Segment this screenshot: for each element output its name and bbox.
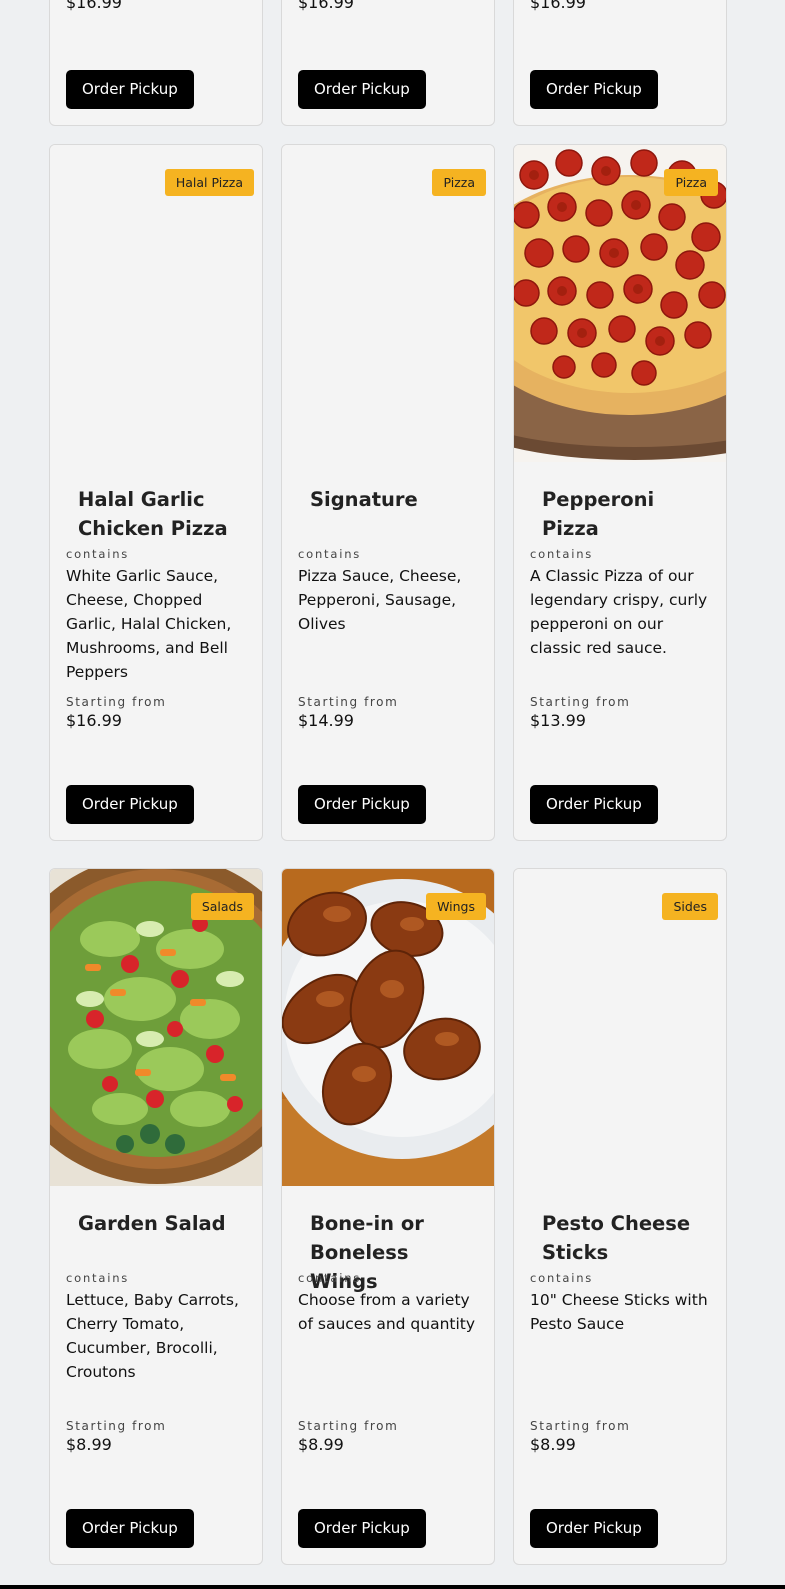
starting-from-label: Starting from <box>66 1419 167 1433</box>
item-title: Signature <box>310 488 418 511</box>
category-badge: Salads <box>190 893 254 920</box>
item-price: $16.99 <box>530 0 586 12</box>
item-title: Pepperoni Pizza <box>542 488 655 540</box>
item-price: $8.99 <box>530 1435 576 1454</box>
contains-label: contains <box>66 1271 130 1285</box>
item-price: $16.99 <box>66 0 122 12</box>
starting-from-label: Starting from <box>298 1419 399 1433</box>
item-price: $13.99 <box>530 711 586 730</box>
item-price: $14.99 <box>298 711 354 730</box>
menu-card: $16.99 Order Pickup <box>513 0 727 126</box>
starting-from-label: Starting from <box>298 695 399 709</box>
item-description: Choose from a variety of sauces and quan… <box>298 1291 476 1333</box>
item-price: $8.99 <box>298 1435 344 1454</box>
category-badge: Pizza <box>664 169 718 196</box>
item-description: Lettuce, Baby Carrots, Cherry Tomato, Cu… <box>66 1291 239 1381</box>
category-badge: Wings <box>426 893 486 920</box>
menu-card-garden-salad: Salads Garden Salad contains Lettuce, Ba… <box>49 868 263 1565</box>
contains-label: contains <box>298 1271 362 1285</box>
menu-card-bone-in-or-boneless-wings: Wings Bone-in or Boneless Wings contains… <box>281 868 495 1565</box>
menu-page: $16.99 Order Pickup $16.99 Order Pickup … <box>0 0 785 1589</box>
item-title: Halal Garlic Chicken Pizza <box>78 488 228 540</box>
menu-card: $16.99 Order Pickup <box>281 0 495 126</box>
item-description: 10" Cheese Sticks with Pesto Sauce <box>530 1291 708 1333</box>
item-price: $16.99 <box>298 0 354 12</box>
menu-card-signature: Pizza Signature contains Pizza Sauce, Ch… <box>281 144 495 841</box>
menu-card-pesto-cheese-sticks: Sides Pesto Cheese Sticks contains 10" C… <box>513 868 727 1565</box>
menu-card-halal-garlic-chicken-pizza: Halal Pizza Halal Garlic Chicken Pizza c… <box>49 144 263 841</box>
order-pickup-button[interactable]: Order Pickup <box>298 70 426 109</box>
contains-label: contains <box>298 547 362 561</box>
order-pickup-button[interactable]: Order Pickup <box>298 1509 426 1548</box>
order-pickup-button[interactable]: Order Pickup <box>66 785 194 824</box>
category-badge: Pizza <box>432 169 486 196</box>
item-title: Garden Salad <box>78 1212 226 1235</box>
contains-label: contains <box>530 547 594 561</box>
item-price: $16.99 <box>66 711 122 730</box>
category-badge: Halal Pizza <box>164 169 254 196</box>
starting-from-label: Starting from <box>66 695 167 709</box>
order-pickup-button[interactable]: Order Pickup <box>530 785 658 824</box>
starting-from-label: Starting from <box>530 1419 631 1433</box>
item-title: Pesto Cheese Sticks <box>542 1212 691 1264</box>
order-pickup-button[interactable]: Order Pickup <box>66 1509 194 1548</box>
contains-label: contains <box>66 547 130 561</box>
item-description: A Classic Pizza of our legendary crispy,… <box>530 567 708 657</box>
item-price: $8.99 <box>66 1435 112 1454</box>
item-description: White Garlic Sauce, Cheese, Chopped Garl… <box>66 567 232 681</box>
item-description: Pizza Sauce, Cheese, Pepperoni, Sausage,… <box>298 567 462 633</box>
order-pickup-button[interactable]: Order Pickup <box>530 1509 658 1548</box>
menu-card-pepperoni-pizza: Pizza Pepperoni Pizza contains A Classic… <box>513 144 727 841</box>
order-pickup-button[interactable]: Order Pickup <box>530 70 658 109</box>
order-pickup-button[interactable]: Order Pickup <box>66 70 194 109</box>
bottom-bar <box>0 1585 785 1589</box>
order-pickup-button[interactable]: Order Pickup <box>298 785 426 824</box>
starting-from-label: Starting from <box>530 695 631 709</box>
menu-card: $16.99 Order Pickup <box>49 0 263 126</box>
category-badge: Sides <box>662 893 718 920</box>
contains-label: contains <box>530 1271 594 1285</box>
